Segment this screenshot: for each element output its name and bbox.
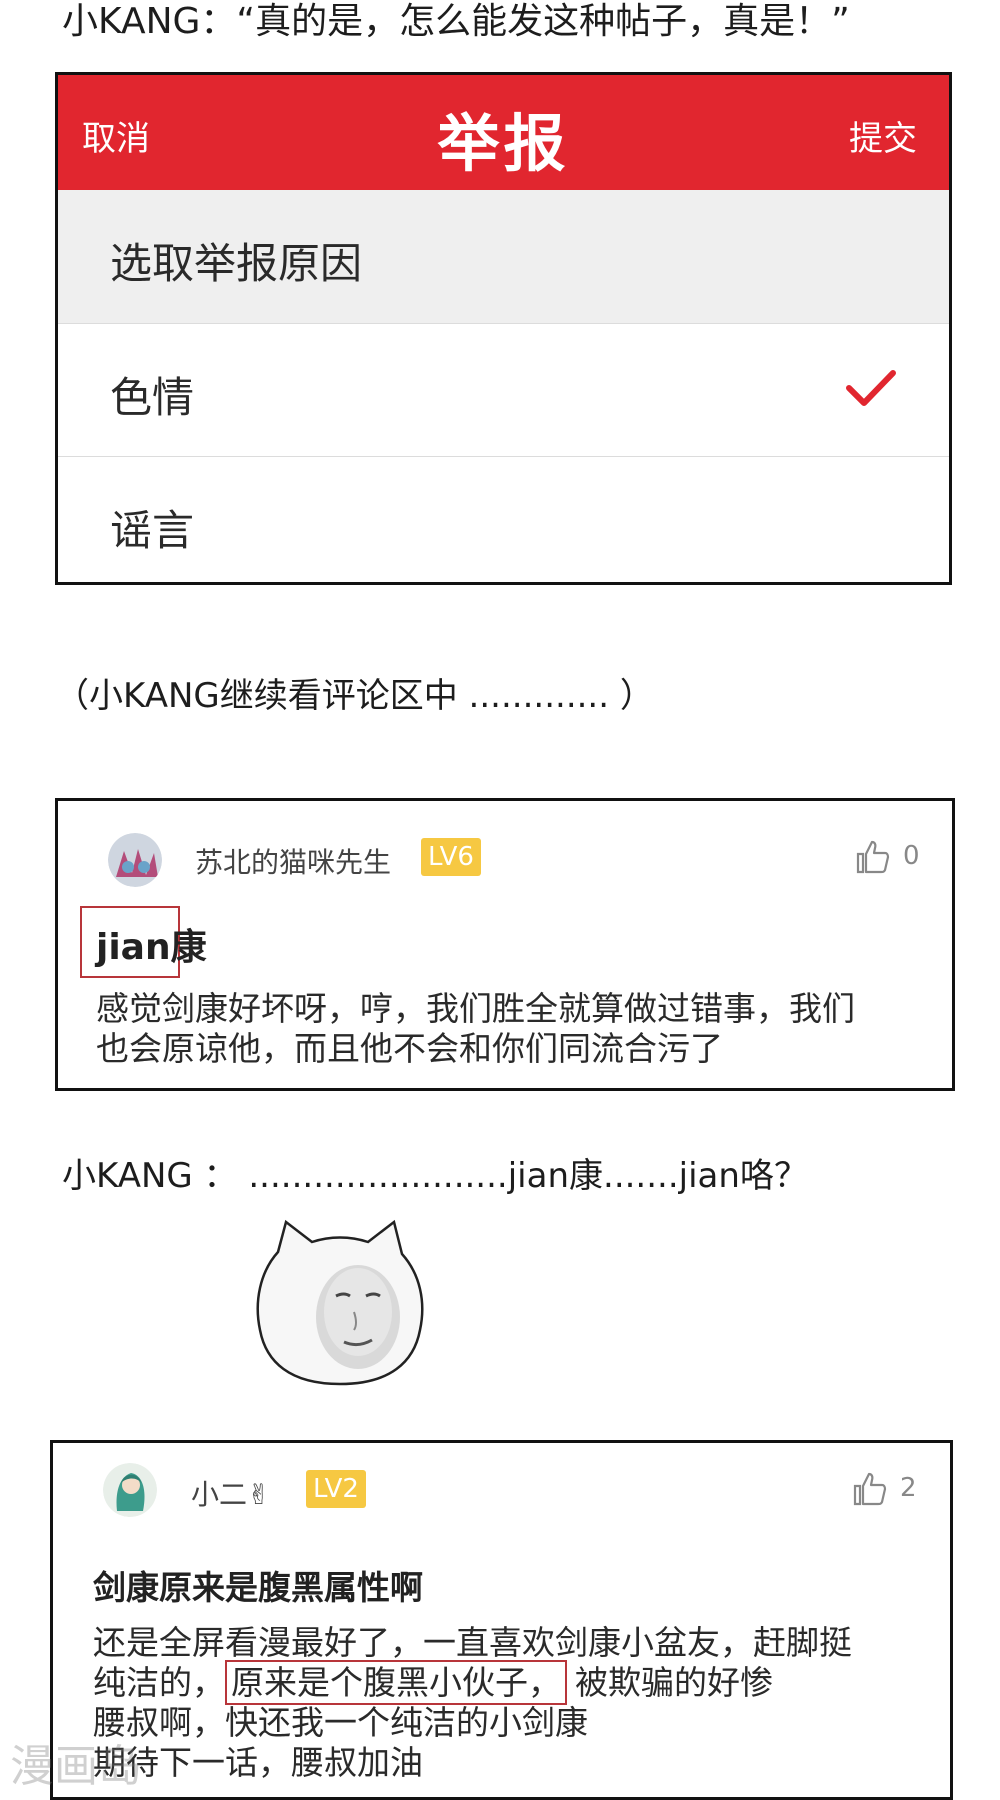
comment-body-line: 感觉剑康好坏呀，哼，我们胜全就算做过错事，我们 <box>96 989 855 1028</box>
comment-body: 还是全屏看漫最好了，一直喜欢剑康小盆友，赶脚挺 纯洁的， 原来是个腹黑小伙子， 被欺… <box>93 1623 852 1783</box>
level-badge: LV6 <box>421 838 481 876</box>
thumbs-up-icon <box>856 840 890 874</box>
reason-option-rumor[interactable]: 谣言 <box>58 457 949 582</box>
reason-option-label: 谣言 <box>110 506 195 555</box>
reason-option-porn[interactable]: 色情 <box>58 324 949 457</box>
narration-line-3: 小KANG ： ........................jian康...… <box>62 1156 808 1196</box>
submit-button[interactable]: 提交 <box>849 111 917 160</box>
narration-line-2: （小KANG继续看评论区中 ............. ） <box>55 676 654 716</box>
like-button[interactable]: 0 <box>855 839 925 875</box>
level-badge: LV2 <box>306 1470 366 1508</box>
like-count: 2 <box>900 1473 917 1503</box>
comment-username[interactable]: 苏北的猫咪先生 <box>195 841 391 881</box>
narration-line-1: 小KANG：“真的是，怎么能发这种帖子，真是！” <box>62 1 850 42</box>
reason-option-label: 色情 <box>110 373 195 422</box>
reason-prompt-label: 选取举报原因 <box>110 239 363 288</box>
like-button[interactable]: 2 <box>852 1471 922 1507</box>
check-icon <box>846 370 896 406</box>
comment-title: 剑康原来是腹黑属性啊 <box>93 1568 423 1607</box>
watermark: 漫画岛 <box>10 1741 142 1792</box>
comment-body-line: 还是全屏看漫最好了，一直喜欢剑康小盆友，赶脚挺 <box>93 1623 852 1662</box>
avatar[interactable] <box>103 1463 157 1517</box>
reason-prompt-row: 选取举报原因 <box>58 190 949 324</box>
like-count: 0 <box>903 841 920 871</box>
comment-title: jian康 <box>96 927 207 968</box>
comment-body: 感觉剑康好坏呀，哼，我们胜全就算做过错事，我们 也会原谅他，而且他不会和你们同流… <box>96 989 855 1069</box>
body-text: 被欺骗的好惨 <box>575 1663 773 1702</box>
cat-face-sticker <box>250 1212 430 1392</box>
thumbs-up-icon <box>853 1472 887 1506</box>
comment-body-line: 也会原谅他，而且他不会和你们同流合污了 <box>96 1029 723 1068</box>
comment-body-line: 腰叔啊，快还我一个纯洁的小剑康 <box>93 1703 588 1742</box>
avatar[interactable] <box>108 833 162 887</box>
report-dialog: 取消 举报 提交 选取举报原因 色情 谣言 <box>55 72 952 585</box>
comment-body-line: 纯洁的， 原来是个腹黑小伙子， 被欺骗的好惨 <box>93 1660 852 1705</box>
comment-username[interactable]: 小二✌ <box>191 1473 270 1513</box>
report-title: 举报 <box>437 107 570 180</box>
comment-card: 小二✌ LV2 2 剑康原来是腹黑属性啊 还是全屏看漫最好了，一直喜欢剑康小盆友… <box>50 1440 953 1800</box>
body-text: 纯洁的， <box>93 1663 225 1702</box>
report-header: 取消 举报 提交 <box>58 75 949 190</box>
comment-card: 苏北的猫咪先生 LV6 0 jian康 感觉剑康好坏呀，哼，我们胜全就算做过错事… <box>55 798 955 1091</box>
highlighted-phrase: 原来是个腹黑小伙子， <box>225 1660 567 1705</box>
comment-body-line: 期待下一话，腰叔加油 <box>93 1743 423 1782</box>
